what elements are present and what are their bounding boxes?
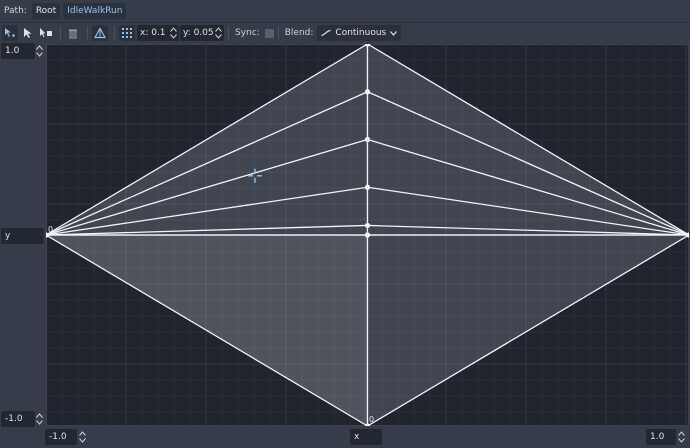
triangle-icon — [94, 27, 106, 39]
min-y-spinbox[interactable]: -1.0 — [1, 411, 35, 427]
x-axis-label: x — [354, 432, 360, 442]
sync-checkbox[interactable] — [264, 28, 274, 38]
min-y-spin-arrows-icon[interactable] — [36, 413, 43, 425]
x-axis-label-field[interactable]: x — [350, 429, 382, 445]
pointer-icon — [24, 28, 32, 38]
min-x-spin-arrows-icon[interactable] — [79, 431, 86, 443]
snap-x-spinbox[interactable]: x: 0.1 — [137, 25, 179, 41]
max-x-spinbox[interactable]: 1.0 — [646, 429, 676, 445]
toolbar-separator — [277, 26, 279, 40]
y-axis-label-field[interactable]: y — [1, 228, 44, 244]
path-crumb-idlewalkrun[interactable]: IdleWalkRun — [63, 3, 127, 19]
chevron-down-icon — [390, 30, 398, 36]
snap-grid-icon — [122, 28, 132, 38]
max-x-spin-arrows-icon[interactable] — [678, 431, 685, 443]
blend-point[interactable] — [364, 222, 371, 229]
blend-point[interactable] — [364, 232, 371, 238]
max-y-value: 1.0 — [5, 46, 20, 56]
create-points-icon — [40, 28, 52, 37]
origin-label-bottom: 0 — [369, 415, 374, 424]
snap-toggle-button[interactable] — [119, 25, 135, 41]
snap-y-value: y: 0.05 — [183, 28, 214, 38]
trash-icon — [69, 29, 77, 39]
y-axis-label: y — [5, 231, 11, 241]
blend-mode-dropdown[interactable]: Continuous — [317, 25, 402, 41]
blend-point[interactable] — [364, 89, 371, 95]
path-label: Path: — [4, 6, 27, 16]
toolbar-separator — [87, 26, 88, 40]
erase-points-button[interactable] — [65, 25, 81, 41]
triangle-mode-button[interactable] — [92, 25, 108, 41]
spin-arrows-icon[interactable] — [170, 27, 177, 39]
blend-point[interactable] — [364, 184, 371, 190]
toolbar-separator — [60, 26, 61, 40]
snap-x-value: x: 0.1 — [140, 28, 166, 38]
blendspace-graph[interactable]: 0 0 — [46, 44, 689, 426]
min-x-value: -1.0 — [49, 432, 67, 442]
blendspace-toolbar: x: 0.1 y: 0.05 Sync: Blend: Continuous — [0, 23, 690, 43]
origin-label-left: 0 — [48, 225, 53, 234]
max-x-value: 1.0 — [650, 432, 665, 442]
path-bar: Path: Root IdleWalkRun — [0, 0, 690, 22]
snap-y-spinbox[interactable]: y: 0.05 — [180, 25, 224, 41]
continuous-curve-icon — [321, 29, 331, 37]
min-x-spinbox[interactable]: -1.0 — [45, 429, 77, 445]
blendspace-canvas[interactable]: 0 0 — [46, 44, 689, 426]
select-button[interactable] — [20, 25, 36, 41]
toolbar-separator — [228, 26, 229, 40]
path-crumb-root[interactable]: Root — [31, 3, 61, 19]
blend-mode-value: Continuous — [335, 28, 387, 38]
blend-point[interactable] — [364, 136, 371, 143]
move-points-icon — [5, 28, 15, 37]
blend-label: Blend: — [284, 28, 314, 38]
select-and-move-points-button[interactable] — [2, 25, 18, 41]
max-y-spin-arrows-icon[interactable] — [36, 45, 43, 57]
create-points-button[interactable] — [38, 25, 54, 41]
max-y-spinbox[interactable]: 1.0 — [1, 43, 35, 59]
toolbar-separator — [114, 26, 115, 40]
min-y-value: -1.0 — [5, 414, 23, 424]
spin-arrows-icon[interactable] — [215, 27, 222, 39]
sync-label: Sync: — [235, 28, 260, 38]
